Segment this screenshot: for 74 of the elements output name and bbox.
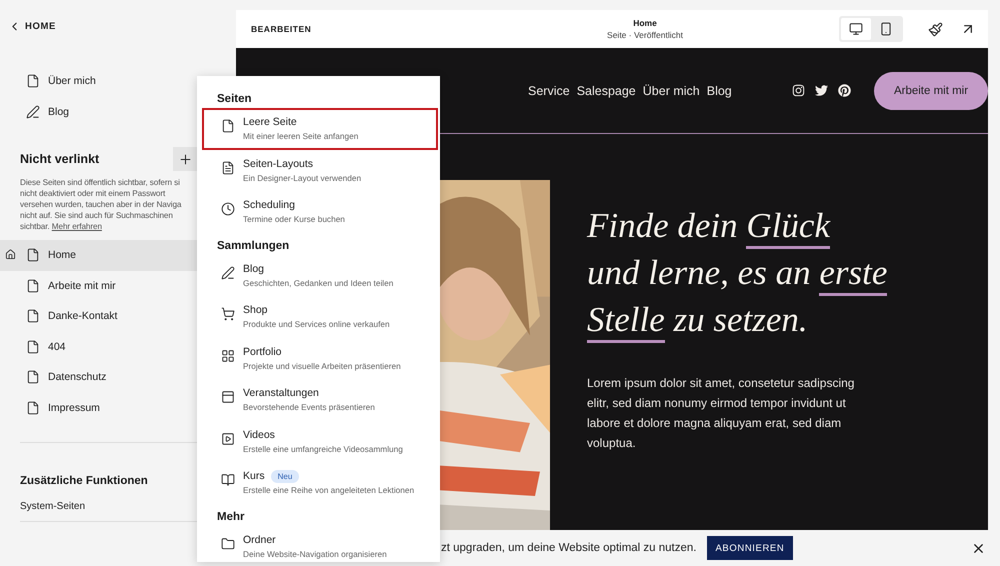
menu-section-title: Seiten (217, 92, 253, 107)
menu-item[interactable]: Seiten-Layouts Ein Designer-Layout verwenden (202, 150, 438, 191)
menu-item-title: Shop (243, 304, 268, 317)
page-icon (221, 119, 235, 133)
menu-item[interactable]: Videos Erstelle eine umfangreiche Videosammlung (202, 420, 438, 462)
menu-item-title: Veranstaltungen (243, 387, 319, 400)
mode-label: BEARBEITEN (251, 24, 312, 34)
hero-text: Lorem ipsum dolor sit amet, consetetur sadipscing elitr, sed diam nonumy eirmod tempor invidunt ut labore et dolore magna aliquyam erat, sed diam voluptua. (587, 375, 856, 452)
menu-section-title: Mehr (217, 510, 246, 524)
monitor-icon (849, 22, 863, 36)
page-icon (26, 278, 40, 293)
menu-item[interactable]: Ordner Deine Website-Navigation organisieren (202, 526, 438, 562)
page-title: Home (633, 18, 657, 28)
section-title: Zusätzliche Funktionen (20, 475, 148, 487)
menu-item[interactable]: Kurs Neu Erstelle eine Reihe von angeleiteten Lektionen (202, 462, 438, 504)
phone-icon (879, 22, 893, 36)
back-link[interactable]: HOME (8, 20, 56, 33)
menu-item-description: Mit einer leeren Seite anfangen (243, 131, 358, 142)
new-badge: Neu (270, 470, 300, 483)
pen-icon (221, 266, 235, 280)
add-page-button[interactable] (173, 147, 197, 171)
system-pages-link[interactable]: System-Seiten (20, 501, 86, 512)
menu-item-description: Projekte und visuelle Arbeiten präsentieren (243, 360, 401, 372)
menu-item-title: Ordner (243, 534, 276, 546)
plus-icon (178, 152, 192, 166)
menu-item-description: Termine oder Kurse buchen (243, 214, 345, 225)
menu-item-description: Erstelle eine umfangreiche Videosammlung (243, 444, 403, 454)
twitter-icon[interactable] (814, 84, 828, 97)
page-icon (26, 248, 40, 262)
grid-icon (221, 348, 235, 362)
hero-headline: Finde dein Glück und lerne, es an erste Stelle zu setzen. (587, 202, 888, 343)
nav-link[interactable]: Blog (706, 84, 732, 98)
menu-item-title: Scheduling (243, 199, 295, 212)
menu-item-title: Seiten-Layouts (243, 158, 314, 170)
menu-item-title: Leere Seite (243, 116, 297, 129)
menu-item[interactable]: Leere Seite Mit einer leeren Seite anfangen (202, 108, 438, 150)
nav-link[interactable]: Service (528, 84, 570, 98)
cart-icon (221, 307, 235, 321)
menu-item-description: Ein Designer-Layout verwenden (243, 172, 362, 184)
brush-icon (928, 22, 942, 36)
document-icon (221, 160, 235, 174)
page-icon (26, 74, 40, 88)
menu-item-title: Kurs (243, 470, 265, 483)
cta-button[interactable]: Arbeite mit mir (874, 72, 988, 110)
subscribe-button[interactable]: ABONNIEREN (706, 536, 794, 560)
menu-item-description: Deine Website-Navigation organisieren (243, 548, 387, 560)
calendar-icon (221, 390, 235, 404)
menu-item-description: Bevorstehende Events präsentieren (243, 402, 375, 413)
page-status: Seite · Veröffentlicht (607, 30, 683, 40)
menu-item-description: Produkte und Services online verkaufen (243, 319, 390, 330)
menu-item-title: Videos (243, 428, 275, 442)
page-icon (26, 309, 40, 324)
nav-link[interactable]: Über mich (642, 84, 700, 98)
folder-icon (221, 536, 235, 550)
page-icon (26, 400, 40, 415)
page-icon (26, 370, 40, 384)
pen-icon (26, 104, 40, 119)
nav-link[interactable]: Salespage (576, 84, 636, 98)
instagram-icon[interactable] (792, 84, 805, 97)
desktop-view-button[interactable] (841, 18, 871, 40)
video-icon (221, 432, 235, 446)
menu-item[interactable]: Scheduling Termine oder Kurse buchen (202, 191, 438, 232)
book-icon (221, 473, 235, 487)
pinterest-icon[interactable] (838, 84, 851, 97)
banner-text: zt upgraden, um deine Website optimal zu nutzen. (441, 542, 696, 554)
menu-item-title: Blog (243, 262, 264, 276)
menu-item-description: Erstelle eine Reihe von angeleiteten Lektionen (243, 485, 414, 496)
section-title: Nicht verlinkt (20, 152, 100, 166)
learn-more-link[interactable]: Mehr erfahren (52, 222, 102, 231)
clock-icon (221, 202, 235, 216)
menu-item-description: Geschichten, Gedanken und Ideen teilen (243, 278, 394, 288)
menu-item-title: Portfolio (243, 346, 282, 358)
page-icon (26, 340, 40, 354)
home-icon (5, 249, 16, 260)
